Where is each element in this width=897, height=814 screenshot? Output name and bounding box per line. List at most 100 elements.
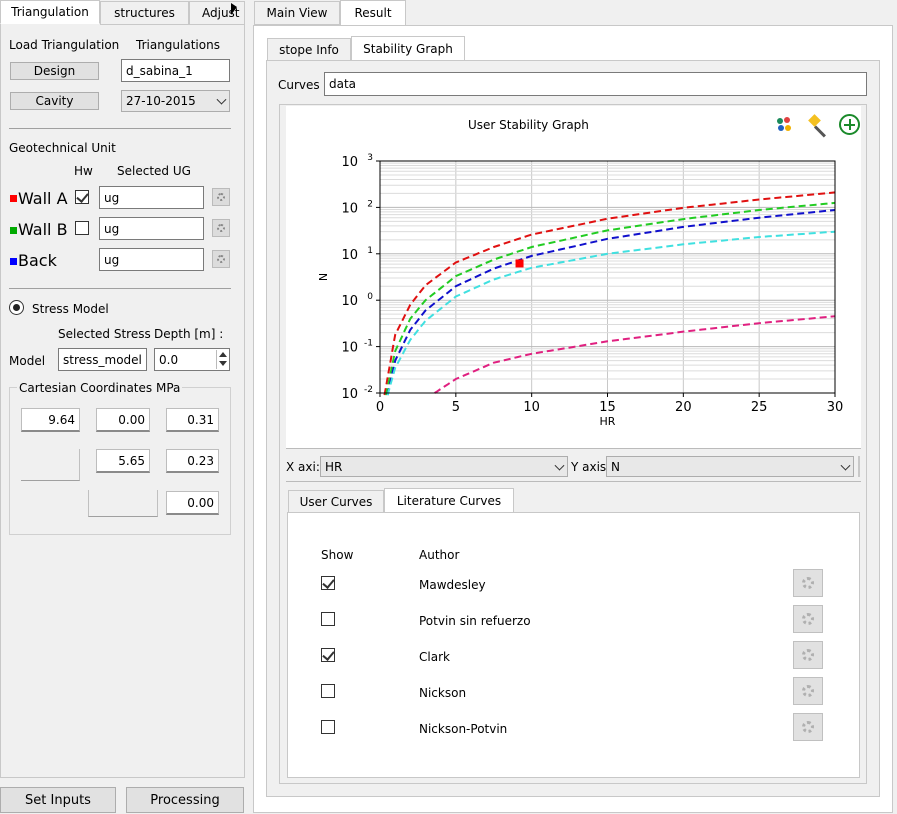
x-tick-label: 25 — [751, 400, 768, 415]
data-point-0 — [515, 259, 524, 268]
wall-b-settings-gear-icon[interactable] — [212, 219, 230, 237]
wall-a-hw-checkbox[interactable] — [75, 190, 89, 204]
nickson-potvin-show-checkbox[interactable] — [321, 720, 335, 734]
x-axis-select[interactable]: HR — [320, 456, 568, 477]
tab-result[interactable]: Result — [340, 0, 406, 26]
processing-button[interactable]: Processing — [126, 787, 244, 813]
cavity-date-value: 27-10-2015 — [126, 94, 196, 108]
y-axis-select[interactable]: N — [606, 456, 854, 477]
back-color-marker — [10, 258, 17, 265]
x-tick-label: 5 — [452, 400, 460, 415]
x-axis-select-label: X axi: — [286, 460, 320, 474]
selected-ug-label: Selected UG — [117, 164, 191, 178]
mawdesley-author: Mawdesley — [419, 578, 486, 592]
depth-label: Depth [m] : — [154, 327, 224, 341]
back-ug-field[interactable]: ug — [99, 248, 204, 271]
tab-main-view[interactable]: Main View — [254, 1, 340, 25]
nickson-potvin-settings-gear-icon[interactable] — [793, 713, 823, 741]
stress-yz-cell[interactable]: 0.23 — [166, 449, 219, 473]
clark-show-checkbox[interactable] — [321, 648, 335, 662]
stress-xy-cell[interactable]: 0.00 — [96, 408, 150, 432]
y-tick-exponent: 3 — [367, 153, 373, 163]
curves-field[interactable]: data — [324, 72, 867, 96]
y-tick-label: 10 — [341, 155, 358, 170]
show-column-header: Show — [321, 548, 354, 562]
model-label: Model — [9, 354, 46, 368]
y-tick-exponent: -2 — [364, 385, 373, 395]
wall-b-ug-field[interactable]: ug — [99, 217, 204, 240]
y-axis-select-value: N — [611, 459, 620, 474]
nickson-potvin-author: Nickson-Potvin — [419, 722, 508, 736]
depth-spinbox[interactable]: 0.0 — [154, 348, 230, 371]
geotechnical-unit-label: Geotechnical Unit — [9, 141, 116, 155]
y-axis-label: N — [317, 273, 330, 281]
y-tick-exponent: 1 — [367, 246, 373, 256]
wall-a-settings-gear-icon[interactable] — [212, 188, 230, 206]
x-ticks: 0 5 10 15 20 25 30 — [376, 393, 843, 415]
x-axis-select-value: HR — [325, 459, 343, 474]
stress-model-label: Stress Model — [32, 302, 109, 316]
x-axis-label: HR — [600, 415, 616, 428]
author-column-header: Author — [419, 548, 460, 562]
nickson-author: Nickson — [419, 686, 467, 700]
stress-zz-cell[interactable]: 0.00 — [166, 491, 219, 515]
tab-structures[interactable]: structures — [100, 1, 189, 25]
potvin-sin-refuerzo-author: Potvin sin refuerzo — [419, 614, 531, 628]
cartesian-coordinates-label: Cartesian Coordinates MPa — [17, 381, 183, 395]
points-layer — [515, 259, 524, 268]
wall-b-label: Wall B — [18, 220, 68, 239]
x-tick-label: 0 — [376, 400, 384, 415]
tab-stope-info[interactable]: stope Info — [267, 38, 351, 61]
stress-xz-cell[interactable]: 0.31 — [166, 408, 219, 432]
triangulations-label: Triangulations — [136, 38, 220, 52]
stress-model-radio[interactable] — [9, 300, 24, 315]
x-tick-label: 20 — [675, 400, 692, 415]
hw-label: Hw — [74, 164, 93, 178]
mouse-cursor-icon — [231, 3, 237, 15]
y-tick-label: 10 — [341, 248, 358, 263]
y-tick-exponent: 2 — [367, 199, 373, 209]
back-settings-gear-icon[interactable] — [212, 250, 230, 268]
literature-panel — [287, 512, 860, 778]
y-tick-exponent: -1 — [364, 339, 373, 349]
design-field[interactable]: d_sabina_1 — [121, 59, 230, 82]
y-tick-label: 10 — [341, 341, 358, 356]
x-tick-label: 10 — [523, 400, 540, 415]
depth-value: 0.0 — [159, 352, 179, 367]
tab-literature-curves[interactable]: Literature Curves — [384, 488, 514, 513]
wall-b-color-marker — [10, 227, 17, 234]
clark-settings-gear-icon[interactable] — [793, 641, 823, 669]
spin-arrows-icon[interactable] — [216, 350, 228, 369]
stress-model-field[interactable]: stress_model — [58, 348, 147, 371]
y-tick-label: 10 — [341, 294, 358, 309]
potvin-sin-refuerzo-show-checkbox[interactable] — [321, 612, 335, 626]
y-tick-label: 10 — [341, 387, 358, 402]
mawdesley-show-checkbox[interactable] — [321, 576, 335, 590]
potvin-sin-refuerzo-settings-gear-icon[interactable] — [793, 605, 823, 633]
wall-a-label: Wall A — [18, 189, 68, 208]
stress-yy-cell[interactable]: 5.65 — [96, 449, 150, 473]
nickson-show-checkbox[interactable] — [321, 684, 335, 698]
divider — [286, 448, 861, 449]
nickson-settings-gear-icon[interactable] — [793, 677, 823, 705]
y-tick-label: 10 — [341, 201, 358, 216]
set-inputs-button[interactable]: Set Inputs — [0, 787, 116, 813]
stress-xx-cell[interactable]: 9.64 — [21, 408, 80, 432]
mawdesley-settings-gear-icon[interactable] — [793, 569, 823, 597]
tab-user-curves[interactable]: User Curves — [288, 490, 384, 513]
divider — [9, 128, 231, 129]
x-tick-label: 15 — [599, 400, 616, 415]
tab-triangulation[interactable]: Triangulation — [0, 0, 100, 24]
clark-author: Clark — [419, 650, 450, 664]
wall-b-hw-checkbox[interactable] — [75, 221, 89, 235]
divider — [9, 288, 231, 289]
load-triangulation-label: Load Triangulation — [9, 38, 120, 52]
design-button[interactable]: Design — [10, 62, 99, 80]
y-axis-select-label: Y axis — [571, 460, 607, 474]
wall-a-ug-field[interactable]: ug — [99, 186, 204, 209]
splitter-handle[interactable] — [858, 456, 860, 477]
cavity-button[interactable]: Cavity — [10, 92, 99, 110]
cavity-date-select[interactable]: 27-10-2015 — [121, 90, 230, 112]
stress-zy-cell — [88, 490, 158, 517]
tab-stability-graph[interactable]: Stability Graph — [351, 36, 465, 61]
